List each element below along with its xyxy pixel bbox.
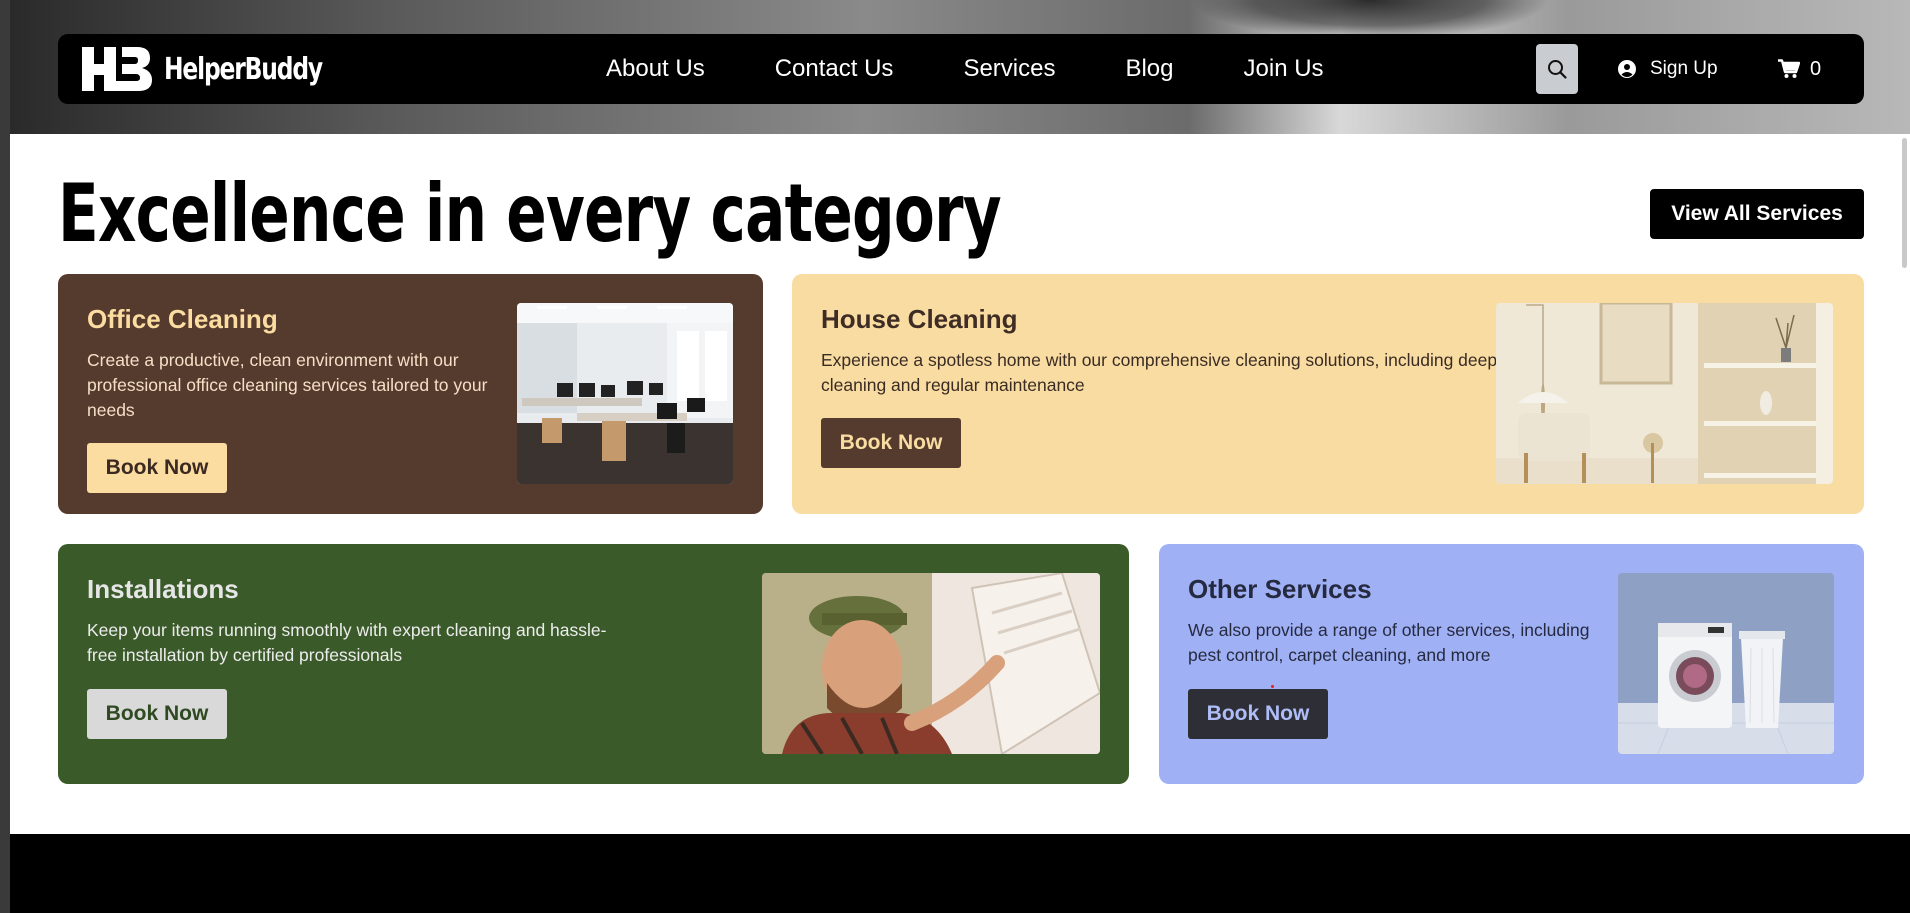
search-icon	[1548, 60, 1567, 79]
book-now-button[interactable]: Book Now	[87, 443, 227, 493]
cursor-dot	[1271, 685, 1274, 688]
nav-link-contact-us[interactable]: Contact Us	[775, 55, 894, 83]
card-description: We also provide a range of other service…	[1188, 620, 1590, 665]
view-all-services-button[interactable]: View All Services	[1650, 189, 1864, 239]
brand-name: HelperBuddy	[164, 51, 323, 87]
living-room-photo	[1496, 303, 1833, 484]
sign-up-label: Sign Up	[1650, 58, 1718, 79]
section-heading: Excellence in every category	[58, 167, 1002, 260]
hb-logo-icon	[82, 47, 152, 91]
cart-count: 0	[1810, 57, 1822, 80]
card-office-cleaning: Office Cleaning Create a productive, cle…	[58, 274, 763, 514]
scrollbar-thumb[interactable]	[1902, 138, 1907, 268]
card-description: Experience a spotless home with our comp…	[821, 350, 1498, 395]
footer-band	[10, 834, 1910, 913]
card-title: Other Services	[1188, 574, 1372, 604]
card-house-cleaning: House Cleaning Experience a spotless hom…	[792, 274, 1864, 514]
nav-link-join-us[interactable]: Join Us	[1244, 55, 1324, 83]
book-now-button[interactable]: Book Now	[87, 689, 227, 739]
office-photo	[517, 303, 733, 484]
nav-link-services[interactable]: Services	[963, 55, 1055, 83]
book-now-button[interactable]: Book Now	[1188, 689, 1328, 739]
user-circle-icon	[1618, 60, 1636, 78]
nav-links: About Us Contact Us Services Blog Join U…	[606, 34, 1394, 104]
card-title: Office Cleaning	[87, 304, 278, 334]
card-other-services: Other Services We also provide a range o…	[1159, 544, 1864, 784]
nav-link-about-us[interactable]: About Us	[606, 55, 705, 83]
technician-photo	[762, 573, 1100, 754]
cart-icon	[1778, 59, 1800, 79]
sign-up-link[interactable]: Sign Up	[1618, 34, 1718, 104]
navbar: HelperBuddy About Us Contact Us Services…	[58, 34, 1864, 104]
book-now-button[interactable]: Book Now	[821, 418, 961, 468]
search-button[interactable]	[1536, 44, 1578, 94]
washing-machine-photo	[1618, 573, 1834, 754]
card-title: Installations	[87, 574, 239, 604]
cart-button[interactable]: 0	[1778, 34, 1821, 104]
card-installations: Installations Keep your items running sm…	[58, 544, 1129, 784]
services-section: Excellence in every category View All Se…	[10, 134, 1910, 834]
nav-link-blog[interactable]: Blog	[1125, 55, 1173, 83]
card-title: House Cleaning	[821, 304, 1018, 334]
brand-logo[interactable]: HelperBuddy	[82, 44, 367, 94]
card-description: Keep your items running smoothly with ex…	[87, 620, 607, 665]
window-left-edge	[0, 0, 10, 913]
card-description: Create a productive, clean environment w…	[87, 350, 488, 420]
